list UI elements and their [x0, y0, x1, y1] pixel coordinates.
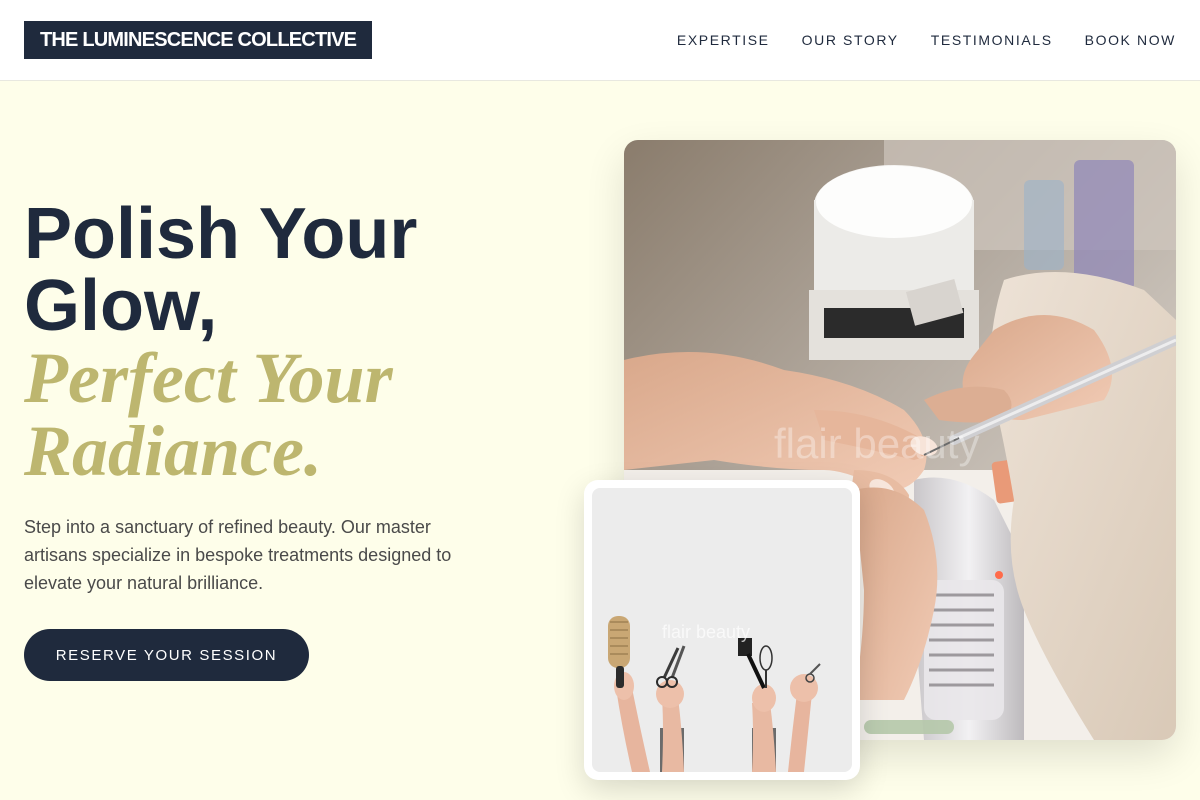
hero-heading-line1-text: Polish Your Glow,: [24, 194, 418, 346]
hero-description: Step into a sanctuary of refined beauty.…: [24, 517, 452, 593]
nav-link-our-story[interactable]: OUR STORY: [802, 32, 899, 48]
hero-heading: Polish Your Glow, Perfect Your Radiance.: [24, 198, 544, 488]
nav-link-expertise[interactable]: EXPERTISE: [677, 32, 770, 48]
nav-link-book-now[interactable]: BOOK NOW: [1085, 32, 1176, 48]
main-photo-watermark: flair beauty: [774, 420, 979, 467]
brand-logo[interactable]: THE LUMINESCENCE COLLECTIVE: [24, 21, 373, 59]
reserve-session-button[interactable]: RESERVE YOUR SESSION: [24, 629, 309, 681]
nav-link-testimonials[interactable]: TESTIMONIALS: [931, 32, 1053, 48]
salon-tools-photo: flair beauty: [584, 480, 860, 780]
main-nav: EXPERTISE OUR STORY TESTIMONIALS BOOK NO…: [677, 0, 1176, 80]
site-header: THE LUMINESCENCE COLLECTIVE EXPERTISE OU…: [0, 0, 1200, 81]
salon-tools-photo-frame: flair beauty: [592, 488, 852, 772]
hero-heading-line2-text: Perfect Your Radiance.: [24, 338, 393, 491]
hero-heading-line2: Perfect Your Radiance.: [24, 342, 544, 488]
small-photo-watermark: flair beauty: [662, 622, 750, 642]
hero-heading-line1: Polish Your Glow,: [24, 198, 544, 342]
